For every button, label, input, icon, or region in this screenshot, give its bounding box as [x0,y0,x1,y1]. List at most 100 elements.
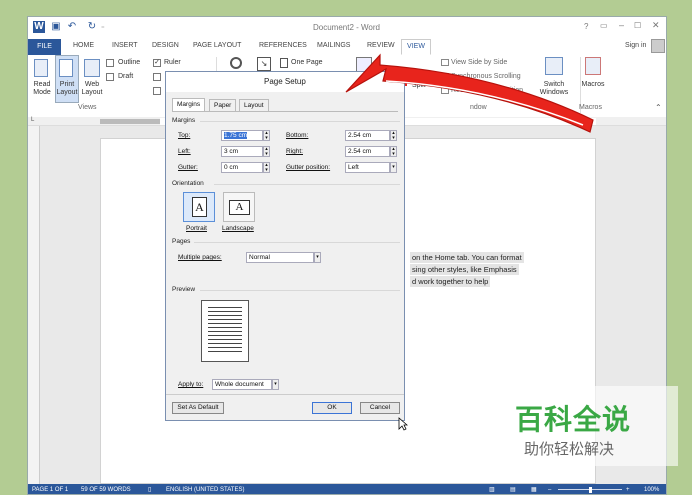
view-side-by-side-button[interactable]: View Side by Side [451,59,507,66]
multiple-pages-select[interactable]: Normal [246,252,314,263]
bottom-label: Bottom: [286,132,309,139]
qat-customize-icon[interactable]: ₌ [101,22,105,30]
right-spinner[interactable]: ▴ ▾ [390,146,397,157]
switch-windows-button[interactable]: Switch Windows [533,81,575,97]
gutter-position-select[interactable]: Left [345,162,390,173]
left-spinner[interactable]: ▴ ▾ [263,146,270,157]
bottom-input[interactable]: 2.54 cm [345,130,390,141]
reset-position-button[interactable]: Reset Window Position [451,87,523,94]
maximize-icon[interactable]: ☐ [634,21,641,30]
redo-icon[interactable]: ↻ [86,21,98,33]
tab-file[interactable]: FILE [28,39,61,55]
left-input[interactable]: 3 cm [221,146,263,157]
gutter-position-dropdown-icon[interactable]: ▾ [390,162,397,173]
right-input[interactable]: 2.54 cm [345,146,390,157]
tab-mailings[interactable]: MAILINGS [317,42,350,49]
web-layout-status-icon[interactable]: ▦ [531,484,537,494]
view-side-by-side-icon [441,59,449,66]
ok-button[interactable]: OK [312,402,352,414]
apply-to-select[interactable]: Whole document [212,379,272,390]
undo-icon[interactable]: ↶ [66,21,78,33]
one-page-button[interactable]: One Page [291,59,323,66]
sync-scrolling-button[interactable]: Synchronous Scrolling [451,73,521,80]
gutter-input[interactable]: 0 cm [221,162,263,173]
read-mode-status-icon[interactable]: ▥ [489,484,495,494]
tab-layout[interactable]: Layout [239,99,269,111]
preview-text-lines [208,307,242,355]
multiple-pages-dropdown-icon[interactable]: ▾ [314,252,321,263]
right-label: Right: [286,148,303,155]
outline-button[interactable]: Outline [118,59,140,66]
gutter-label: Gutter: [178,164,198,171]
set-as-default-button[interactable]: Set As Default [172,402,224,414]
hundred-percent-icon[interactable]: ↘ [257,57,271,71]
reset-position-icon [441,87,449,94]
ribbon-display-icon[interactable]: ▭ [600,21,608,30]
macros-icon [585,57,601,75]
zoom-in-icon[interactable]: + [626,484,630,494]
portrait-button[interactable]: A [183,192,215,222]
zoom-slider-thumb[interactable] [589,487,592,493]
tab-review[interactable]: REVIEW [367,42,395,49]
left-label: Left: [178,148,191,155]
split-button[interactable]: Split [412,82,426,89]
tab-insert[interactable]: INSERT [112,42,138,49]
tab-page-layout[interactable]: PAGE LAYOUT [193,42,241,49]
language-status[interactable]: ENGLISH (UNITED STATES) [166,484,244,494]
gutter-position-label: Gutter position: [286,164,331,171]
tab-selector-icon[interactable]: L [31,117,34,123]
multiple-pages-label: Multiple pages: [178,254,222,261]
minimize-icon[interactable]: – [619,20,624,30]
window-group-label: ndow [470,104,487,111]
page-setup-dialog: Page Setup Margins Paper Layout Margins … [165,71,405,421]
margins-rule [200,121,400,122]
gridlines-checkbox[interactable] [153,73,161,81]
collapse-ribbon-icon[interactable]: ⌃ [655,103,662,112]
doc-line-2: sing other styles, like Emphasis [410,264,519,275]
sign-in-link[interactable]: Sign in [625,42,646,49]
preview-rule [200,290,400,291]
web-layout-icon [84,59,100,77]
cancel-button[interactable]: Cancel [360,402,400,414]
top-spinner[interactable]: ▴ ▾ [263,130,270,141]
outline-icon [106,59,114,67]
ruler-checkbox[interactable]: ✓ [153,59,161,67]
tab-paper[interactable]: Paper [209,99,237,111]
bottom-spinner[interactable]: ▴ ▾ [390,130,397,141]
tab-references[interactable]: REFERENCES [259,42,307,49]
margins-heading: Margins [172,117,196,124]
zoom-level[interactable]: 100% [644,484,659,494]
zoom-icon[interactable] [230,57,242,69]
landscape-icon: A [229,200,250,215]
tab-home[interactable]: HOME [73,42,94,49]
word-count[interactable]: 59 OF 59 WORDS [81,484,131,494]
web-layout-button[interactable]: Web Layout [80,81,104,97]
nav-pane-checkbox[interactable] [153,87,161,95]
portrait-icon: A [192,197,207,217]
footer-rule [166,394,404,395]
doc-line-3: d work together to help [410,276,491,287]
draft-button[interactable]: Draft [118,73,133,80]
gutter-spinner[interactable]: ▴ ▾ [263,162,270,173]
read-mode-icon [34,59,48,77]
save-icon[interactable]: ▣ [50,21,62,33]
help-icon[interactable]: ? [584,22,588,31]
avatar[interactable] [651,39,665,53]
page-count[interactable]: PAGE 1 OF 1 [32,484,68,494]
tab-margins[interactable]: Margins [172,98,206,112]
print-layout-button[interactable]: Print Layout [55,81,79,97]
macros-button[interactable]: Macros [576,81,610,89]
close-icon[interactable]: ✕ [652,20,660,31]
tab-design[interactable]: DESIGN [152,42,179,49]
sync-scrolling-icon [441,73,449,80]
top-input[interactable]: 1.75 cm [221,130,263,141]
print-layout-status-icon[interactable]: ▤ [510,484,516,494]
apply-to-dropdown-icon[interactable]: ▾ [272,379,279,390]
macros-group-label: Macros [579,104,602,111]
proofing-icon[interactable]: ▯ [148,484,151,494]
tab-view[interactable]: VIEW [401,39,431,55]
doc-line-1: on the Home tab. You can format [410,252,524,263]
read-mode-button[interactable]: Read Mode [31,81,53,97]
zoom-out-icon[interactable]: – [548,484,551,494]
landscape-button[interactable]: A [223,192,255,222]
